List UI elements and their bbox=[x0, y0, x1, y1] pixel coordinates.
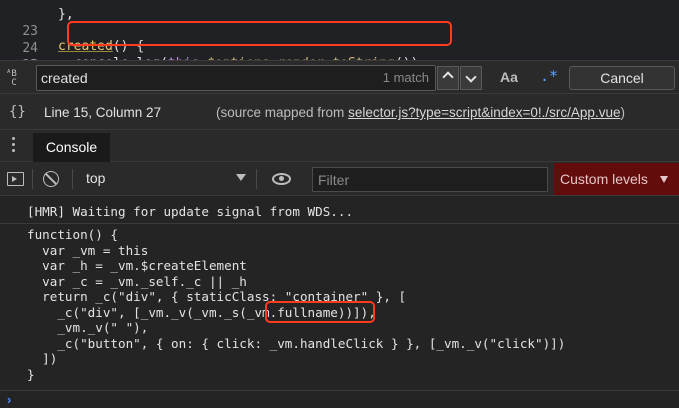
console-fn-line: } bbox=[27, 366, 35, 382]
search-next-button[interactable] bbox=[460, 66, 482, 90]
code-editor[interactable]: }, 23 created() { 24 console.log(this.$o… bbox=[0, 0, 679, 88]
caret-down-icon bbox=[660, 176, 668, 183]
editor-status-bar: {} Line 15, Column 27 (source mapped fro… bbox=[0, 94, 679, 130]
cursor-position: Line 15, Column 27 bbox=[44, 105, 162, 120]
toolbar-divider bbox=[256, 169, 257, 189]
toolbar-divider bbox=[72, 169, 73, 189]
console-fn-line: var _c = _vm._self._c || _h bbox=[27, 273, 247, 289]
highlight-box bbox=[67, 21, 452, 46]
editor-line-partial: }, bbox=[0, 0, 679, 22]
source-map-link[interactable]: selector.js?type=script&index=0!./src/Ap… bbox=[348, 105, 620, 120]
search-input[interactable] bbox=[36, 65, 436, 91]
clear-console-icon[interactable] bbox=[43, 171, 59, 187]
match-count: 1 match bbox=[382, 70, 429, 85]
toolbar-divider bbox=[32, 169, 33, 189]
drawer-tab-bar: Console bbox=[0, 130, 679, 162]
context-selector[interactable]: top bbox=[86, 170, 105, 186]
more-tools-icon[interactable] bbox=[12, 137, 16, 155]
console-output[interactable]: [HMR] Waiting for update signal from WDS… bbox=[0, 197, 679, 408]
source-map-prefix: (source mapped from bbox=[216, 105, 349, 120]
live-expression-eye-icon[interactable] bbox=[272, 173, 291, 185]
match-case-button[interactable]: Aa bbox=[500, 69, 518, 85]
console-message-text: [HMR] Waiting for update signal from WDS… bbox=[27, 204, 354, 219]
console-message: function() { var _vm = this var _h = _vm… bbox=[0, 224, 679, 391]
search-prev-button[interactable] bbox=[437, 66, 459, 90]
filter-input[interactable] bbox=[312, 167, 548, 192]
show-sidebar-icon[interactable] bbox=[7, 172, 24, 186]
console-fn-line: function() { bbox=[27, 227, 118, 242]
caret-down-icon[interactable] bbox=[236, 174, 246, 181]
cancel-button[interactable]: Cancel bbox=[569, 66, 675, 90]
console-toolbar: top Custom levels bbox=[0, 162, 679, 196]
console-fn-line: var _h = _vm.$createElement bbox=[27, 258, 247, 273]
regex-button[interactable]: .* bbox=[540, 67, 558, 85]
console-fn-line: var _vm = this bbox=[27, 242, 149, 258]
console-fn-line: _vm._v(" "), bbox=[27, 320, 149, 335]
highlight-box bbox=[265, 301, 375, 323]
console-prompt-icon[interactable]: › bbox=[7, 392, 11, 407]
console-message: [HMR] Waiting for update signal from WDS… bbox=[0, 197, 679, 224]
search-bar: ᴬB C 1 match Aa .* Cancel bbox=[0, 60, 679, 94]
source-map-info: (source mapped from selector.js?type=scr… bbox=[216, 105, 625, 120]
chevron-up-icon bbox=[442, 71, 454, 83]
tab-console[interactable]: Console bbox=[33, 133, 110, 162]
pretty-print-icon[interactable]: {} bbox=[9, 104, 26, 120]
source-map-suffix: ) bbox=[620, 105, 625, 120]
chevron-down-icon bbox=[465, 71, 477, 83]
console-fn-line: _c("button", { on: { click: _vm.handleCl… bbox=[27, 335, 566, 351]
console-fn-line: ]) bbox=[27, 351, 58, 366]
replace-toggle-icon[interactable]: ᴬB C bbox=[6, 70, 17, 88]
